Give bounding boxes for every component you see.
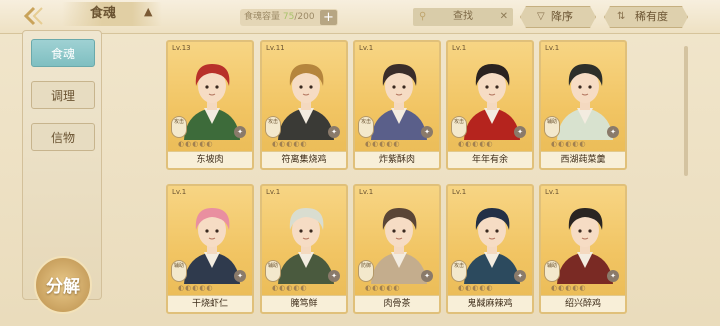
role-badge: 防御 [358,260,374,282]
star-rating-icon: ◐◐◐◐◐ [551,284,587,292]
rarity-icon: ✦ [514,270,526,282]
clear-icon[interactable]: ✕ [500,8,508,26]
star-rating-icon: ◐◐◐◐◐ [365,284,401,292]
food-soul-card[interactable]: Lv.13 攻击 ◐◐◐◐◐ ✦ 东坡肉 [166,40,254,170]
food-soul-card[interactable]: Lv.1 辅助 ◐◐◐◐◐ ✦ 绍兴醉鸡 [539,184,627,314]
food-soul-card[interactable]: Lv.1 防御 ◐◐◐◐◐ ✦ 肉骨茶 [353,184,441,314]
search-icon: ⚲ [419,11,427,22]
star-rating-icon: ◐◐◐◐◐ [272,284,308,292]
decompose-button[interactable]: 分解 [34,256,92,314]
role-badge: 辅助 [544,260,560,282]
rarity-icon: ✦ [514,126,526,138]
sort-order-label: 降序 [551,10,573,23]
card-level: Lv.13 [172,44,191,52]
sort-order-button[interactable]: ▽ 降序 [520,6,596,28]
expand-capacity-button[interactable]: + [320,10,337,25]
card-name: 肉骨茶 [355,295,439,312]
star-rating-icon: ◐◐◐◐◐ [272,140,308,148]
food-soul-card[interactable]: Lv.11 攻击 ◐◐◐◐◐ ✦ 符离集烧鸡 [260,40,348,170]
card-level: Lv.1 [359,44,374,52]
card-level: Lv.1 [452,44,467,52]
rarity-icon: ✦ [607,270,619,282]
card-name: 腌笃鲜 [262,295,346,312]
tab-recipe[interactable]: 调理 [31,81,95,109]
role-badge: 攻击 [358,116,374,138]
search-input[interactable]: ⚲ 查找 ✕ [413,8,513,26]
chevron-left-icon [23,6,43,26]
role-badge: 辅助 [171,260,187,282]
scrollbar[interactable] [684,46,688,176]
role-badge: 攻击 [451,116,467,138]
tab-token[interactable]: 信物 [31,123,95,151]
tab-food-soul[interactable]: 食魂 [31,39,95,67]
food-soul-card[interactable]: Lv.1 辅助 ◐◐◐◐◐ ✦ 干烧虾仁 [166,184,254,314]
role-badge: 攻击 [265,116,281,138]
card-name: 东坡肉 [168,151,252,168]
card-name: 鬼馘麻辣鸡 [448,295,532,312]
star-rating-icon: ◐◐◐◐◐ [178,140,214,148]
capacity-max: /200 [294,12,315,22]
food-soul-card[interactable]: Lv.1 辅助 ◐◐◐◐◐ ✦ 西湖莼菜羹 [539,40,627,170]
sort-swap-icon: ⇅ [617,11,626,22]
capacity-current: 75 [282,12,295,22]
sort-rarity-label: 稀有度 [635,10,668,23]
card-level: Lv.1 [545,44,560,52]
rarity-icon: ✦ [421,270,433,282]
card-name: 干烧虾仁 [168,295,252,312]
role-badge: 攻击 [451,260,467,282]
card-level: Lv.11 [266,44,285,52]
rarity-icon: ✦ [234,270,246,282]
rarity-icon: ✦ [607,126,619,138]
sort-order-icon: ▽ [537,11,545,22]
rarity-icon: ✦ [328,126,340,138]
card-level: Lv.1 [545,188,560,196]
rarity-icon: ✦ [421,126,433,138]
card-name: 符离集烧鸡 [262,151,346,168]
card-name: 炸紫酥肉 [355,151,439,168]
card-name: 绍兴醉鸡 [541,295,625,312]
top-bar: 食魂 ▲ 食魂容量 75/200 + ⚲ 查找 ✕ ▽ 降序 ⇅ 稀有度 [0,0,720,34]
card-grid: Lv.13 攻击 ◐◐◐◐◐ ✦ 东坡肉 Lv.11 攻击 ◐◐◐◐◐ ✦ 符离集烧鸡 Lv.1 攻击… [166,40,666,326]
card-name: 年年有余 [448,151,532,168]
card-level: Lv.1 [452,188,467,196]
food-soul-card[interactable]: Lv.1 攻击 ◐◐◐◐◐ ✦ 鬼馘麻辣鸡 [446,184,534,314]
search-placeholder: 查找 [453,11,473,22]
star-rating-icon: ◐◐◐◐◐ [178,284,214,292]
role-badge: 攻击 [171,116,187,138]
crown-icon: ▲ [144,5,153,18]
card-level: Lv.1 [172,188,187,196]
role-badge: 辅助 [265,260,281,282]
food-soul-card[interactable]: Lv.1 辅助 ◐◐◐◐◐ ✦ 腌笃鲜 [260,184,348,314]
food-soul-card[interactable]: Lv.1 攻击 ◐◐◐◐◐ ✦ 年年有余 [446,40,534,170]
screen: 食魂 ▲ 食魂容量 75/200 + ⚲ 查找 ✕ ▽ 降序 ⇅ 稀有度 食魂 … [0,0,720,326]
capacity-label: 食魂容量 [244,12,281,22]
star-rating-icon: ◐◐◐◐◐ [458,140,494,148]
rarity-icon: ✦ [234,126,246,138]
card-name: 西湖莼菜羹 [541,151,625,168]
role-badge: 辅助 [544,116,560,138]
card-level: Lv.1 [359,188,374,196]
rarity-icon: ✦ [328,270,340,282]
star-rating-icon: ◐◐◐◐◐ [458,284,494,292]
back-button[interactable] [14,2,60,30]
star-rating-icon: ◐◐◐◐◐ [365,140,401,148]
star-rating-icon: ◐◐◐◐◐ [551,140,587,148]
sort-rarity-button[interactable]: ⇅ 稀有度 [604,6,688,28]
card-level: Lv.1 [266,188,281,196]
food-soul-card[interactable]: Lv.1 攻击 ◐◐◐◐◐ ✦ 炸紫酥肉 [353,40,441,170]
